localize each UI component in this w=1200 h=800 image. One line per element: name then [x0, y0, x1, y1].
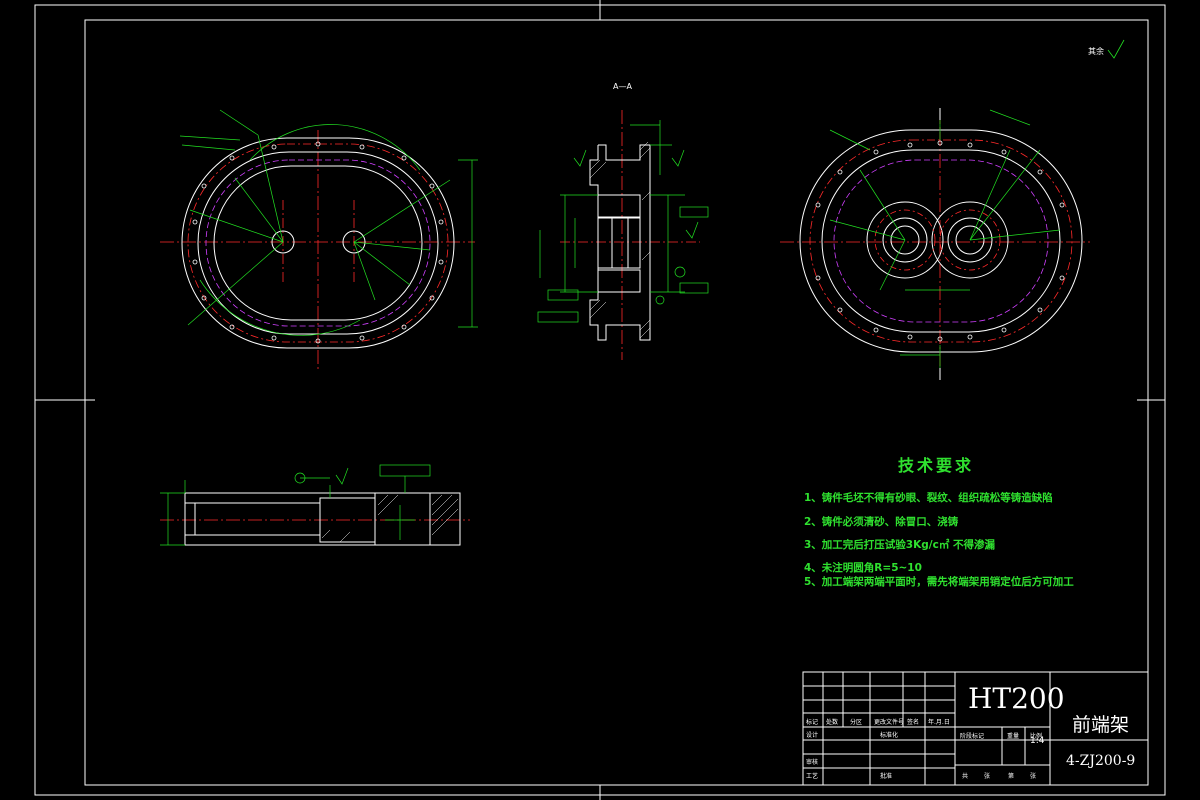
weight-label: 重量 — [1007, 733, 1020, 740]
material-label: HT200 — [968, 682, 1065, 715]
approve-label: 批准 — [880, 773, 893, 780]
section-label: A—A — [613, 82, 632, 91]
standardization-label: 标准化 — [880, 732, 899, 739]
header-cell: 分区 — [850, 719, 863, 726]
section-view — [537, 110, 709, 360]
part-name: 前端架 — [1072, 714, 1130, 736]
scale-label: 比例 — [1030, 733, 1043, 740]
sheet-total-label: 共 — [962, 773, 969, 780]
header-cell: 标记 — [806, 719, 819, 726]
technical-requirements-title: 技术要求 — [898, 456, 975, 475]
drawing-canvas — [34, 0, 1166, 800]
top-view-left — [160, 109, 478, 372]
sheet-border — [34, 0, 1166, 800]
header-cell: 签名 — [907, 719, 920, 726]
row-label-review: 审核 — [806, 759, 819, 766]
sheet-unit-label: 张 — [984, 773, 991, 780]
sheet-no-label: 第 — [1008, 773, 1015, 780]
row-label-process: 工艺 — [806, 773, 819, 780]
top-view-right — [780, 108, 1090, 380]
side-view — [160, 464, 470, 546]
row-label-design: 设计 — [806, 732, 819, 739]
roughness-symbol — [1107, 39, 1125, 59]
requirement-5: 5、加工端架两端平面时，需先将端架用销定位后方可加工 — [804, 576, 1074, 588]
requirement-2: 2、铸件必须清砂、除冒口、浇铸 — [804, 516, 959, 528]
drawing-number: 4-ZJ200-9 — [1066, 753, 1136, 769]
requirement-1: 1、铸件毛坯不得有砂眼、裂纹、组织疏松等铸造缺陷 — [804, 492, 1053, 504]
requirement-4: 4、未注明圆角R=5~10 — [804, 562, 922, 574]
header-cell: 处数 — [826, 719, 839, 726]
requirement-3: 3、加工完后打压试验3Kg/c㎡ 不得渗漏 — [804, 539, 995, 551]
roughness-note: 其余 — [1088, 47, 1104, 56]
stage-label: 阶段标记 — [960, 733, 985, 740]
header-cell: 年.月.日 — [928, 719, 950, 726]
header-cell: 更改文件号 — [874, 719, 905, 726]
sheet-unit-label-2: 张 — [1030, 773, 1037, 780]
